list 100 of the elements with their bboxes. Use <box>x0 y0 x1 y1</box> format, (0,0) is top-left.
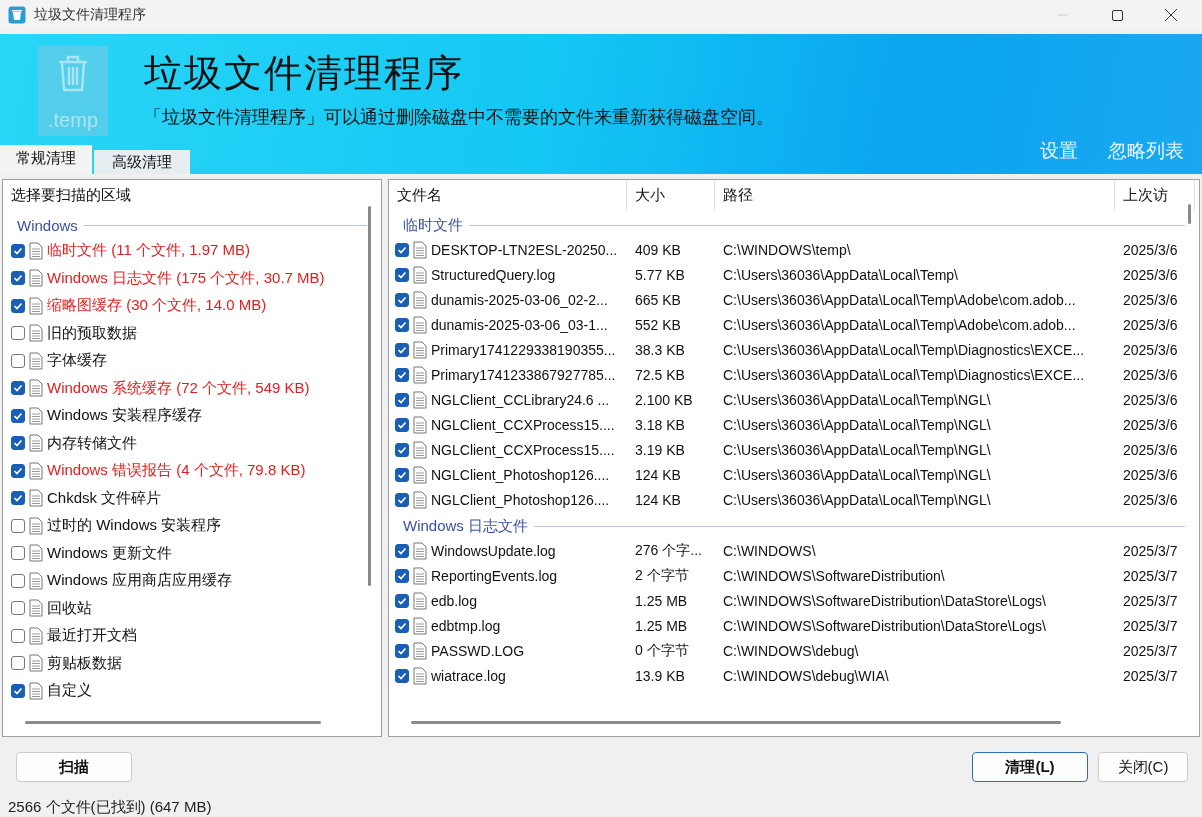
checkmark-icon <box>13 493 23 504</box>
scan-area-item[interactable]: 自定义 <box>47 681 92 701</box>
checkbox[interactable] <box>11 408 25 423</box>
checkbox[interactable] <box>11 601 25 616</box>
checkbox[interactable] <box>11 683 25 698</box>
checkbox[interactable] <box>395 442 409 457</box>
checkbox[interactable] <box>395 292 409 307</box>
checkbox[interactable] <box>395 543 409 558</box>
checkbox[interactable] <box>395 467 409 482</box>
scan-area-item[interactable]: 回收站 <box>47 598 92 618</box>
checkbox[interactable] <box>395 668 409 683</box>
close-dialog-button[interactable]: 关闭(C) <box>1098 752 1188 783</box>
file-size: 124 KB <box>634 491 682 508</box>
scan-button[interactable]: 扫描 <box>16 752 132 783</box>
checkmark-icon <box>397 595 407 606</box>
file-path: C:\WINDOWS\debug\WIA\ <box>722 667 890 684</box>
checkbox[interactable] <box>11 656 25 671</box>
last-accessed: 2025/3/6 <box>1122 491 1179 508</box>
file-path: C:\Users\36036\AppData\Local\Temp\NGL\ <box>722 466 992 483</box>
scan-area-item[interactable]: Windows 日志文件 (175 个文件, 30.7 MB) <box>47 268 325 288</box>
column-header[interactable]: 大小 <box>627 180 715 210</box>
scan-area-item[interactable]: Windows 错误报告 (4 个文件, 79.8 KB) <box>47 461 306 481</box>
file-name: edb.log <box>431 592 477 609</box>
scrollbar[interactable] <box>25 721 321 725</box>
column-header[interactable]: 文件名 <box>389 180 627 210</box>
checkbox[interactable] <box>11 298 25 313</box>
checkbox[interactable] <box>395 417 409 432</box>
file-icon <box>29 489 43 508</box>
last-accessed: 2025/3/6 <box>1122 341 1179 358</box>
last-accessed: 2025/3/6 <box>1122 391 1179 408</box>
file-size: 38.3 KB <box>634 341 686 358</box>
last-accessed: 2025/3/7 <box>1122 567 1179 584</box>
scan-area-item[interactable]: 字体缓存 <box>47 351 107 371</box>
checkbox[interactable] <box>11 243 25 258</box>
checkbox[interactable] <box>11 628 25 643</box>
file-path: C:\Users\36036\AppData\Local\Temp\NGL\ <box>722 441 992 458</box>
status-text: 2566 个文件(已找到) (647 MB) <box>7 797 213 817</box>
checkbox[interactable] <box>395 492 409 507</box>
checkbox[interactable] <box>11 436 25 451</box>
scrollbar[interactable] <box>368 206 371 586</box>
file-icon <box>413 440 427 459</box>
file-name: DESKTOP-LTN2ESL-20250... <box>431 241 618 258</box>
file-icon <box>413 641 427 660</box>
checkbox[interactable] <box>11 326 25 341</box>
checkbox[interactable] <box>395 242 409 257</box>
scrollbar[interactable] <box>411 721 1061 725</box>
close-icon[interactable] <box>1165 9 1177 21</box>
checkbox[interactable] <box>395 342 409 357</box>
checkmark-icon <box>13 465 23 476</box>
tab[interactable]: 常规清理 <box>0 145 92 174</box>
scan-area-item[interactable]: Windows 应用商店应用缓存 <box>47 571 233 591</box>
last-accessed: 2025/3/7 <box>1122 642 1179 659</box>
scan-area-item[interactable]: 缩略图缓存 (30 个文件, 14.0 MB) <box>47 296 267 316</box>
trash-icon <box>56 54 90 92</box>
checkbox[interactable] <box>395 593 409 608</box>
last-accessed: 2025/3/6 <box>1122 416 1179 433</box>
checkbox[interactable] <box>395 643 409 658</box>
file-name: edbtmp.log <box>431 617 501 634</box>
scan-area-item[interactable]: 临时文件 (11 个文件, 1.97 MB) <box>47 241 251 261</box>
scan-area-item[interactable]: Windows 系统缓存 (72 个文件, 549 KB) <box>47 378 310 398</box>
last-accessed: 2025/3/6 <box>1122 366 1179 383</box>
scan-area-item[interactable]: 剪贴板数据 <box>47 653 122 673</box>
checkbox[interactable] <box>11 353 25 368</box>
scan-area-item[interactable]: Windows 更新文件 <box>47 543 173 563</box>
checkbox[interactable] <box>395 317 409 332</box>
checkbox[interactable] <box>395 392 409 407</box>
checkmark-icon <box>397 444 407 455</box>
scan-area-item[interactable]: Windows 安装程序缓存 <box>47 406 203 426</box>
file-icon <box>29 461 43 480</box>
checkbox[interactable] <box>395 568 409 583</box>
checkbox[interactable] <box>11 491 25 506</box>
scan-area-item[interactable]: 过时的 Windows 安装程序 <box>47 516 222 536</box>
file-name: Primary1741233867927785... <box>431 366 616 383</box>
maximize-icon[interactable] <box>1111 9 1123 21</box>
file-path: C:\Users\36036\AppData\Local\Temp\ <box>722 266 959 283</box>
file-path: C:\WINDOWS\debug\ <box>722 642 860 659</box>
checkbox[interactable] <box>11 518 25 533</box>
checkmark-icon <box>13 383 23 394</box>
tab[interactable]: 高级清理 <box>94 150 190 174</box>
scan-area-item[interactable]: 旧的预取数据 <box>47 323 137 343</box>
checkmark-icon <box>397 319 407 330</box>
checkbox[interactable] <box>395 367 409 382</box>
checkbox[interactable] <box>395 618 409 633</box>
file-icon <box>29 379 43 398</box>
checkbox[interactable] <box>395 267 409 282</box>
scan-area-item[interactable]: 最近打开文档 <box>47 626 137 646</box>
checkbox[interactable] <box>11 546 25 561</box>
checkmark-icon <box>13 410 23 421</box>
checkbox[interactable] <box>11 573 25 588</box>
file-name: NGLClient_CCXProcess15.... <box>431 416 615 433</box>
scan-area-item[interactable]: 内存转储文件 <box>47 433 137 453</box>
clean-button[interactable]: 清理(L) <box>972 752 1088 783</box>
checkbox[interactable] <box>11 271 25 286</box>
checkmark-icon <box>397 494 407 505</box>
checkbox[interactable] <box>11 381 25 396</box>
scrollbar[interactable] <box>1188 204 1191 224</box>
file-icon <box>413 415 427 434</box>
column-header[interactable]: 路径 <box>715 180 1115 210</box>
scan-area-item[interactable]: Chkdsk 文件碎片 <box>47 488 162 508</box>
checkbox[interactable] <box>11 463 25 478</box>
